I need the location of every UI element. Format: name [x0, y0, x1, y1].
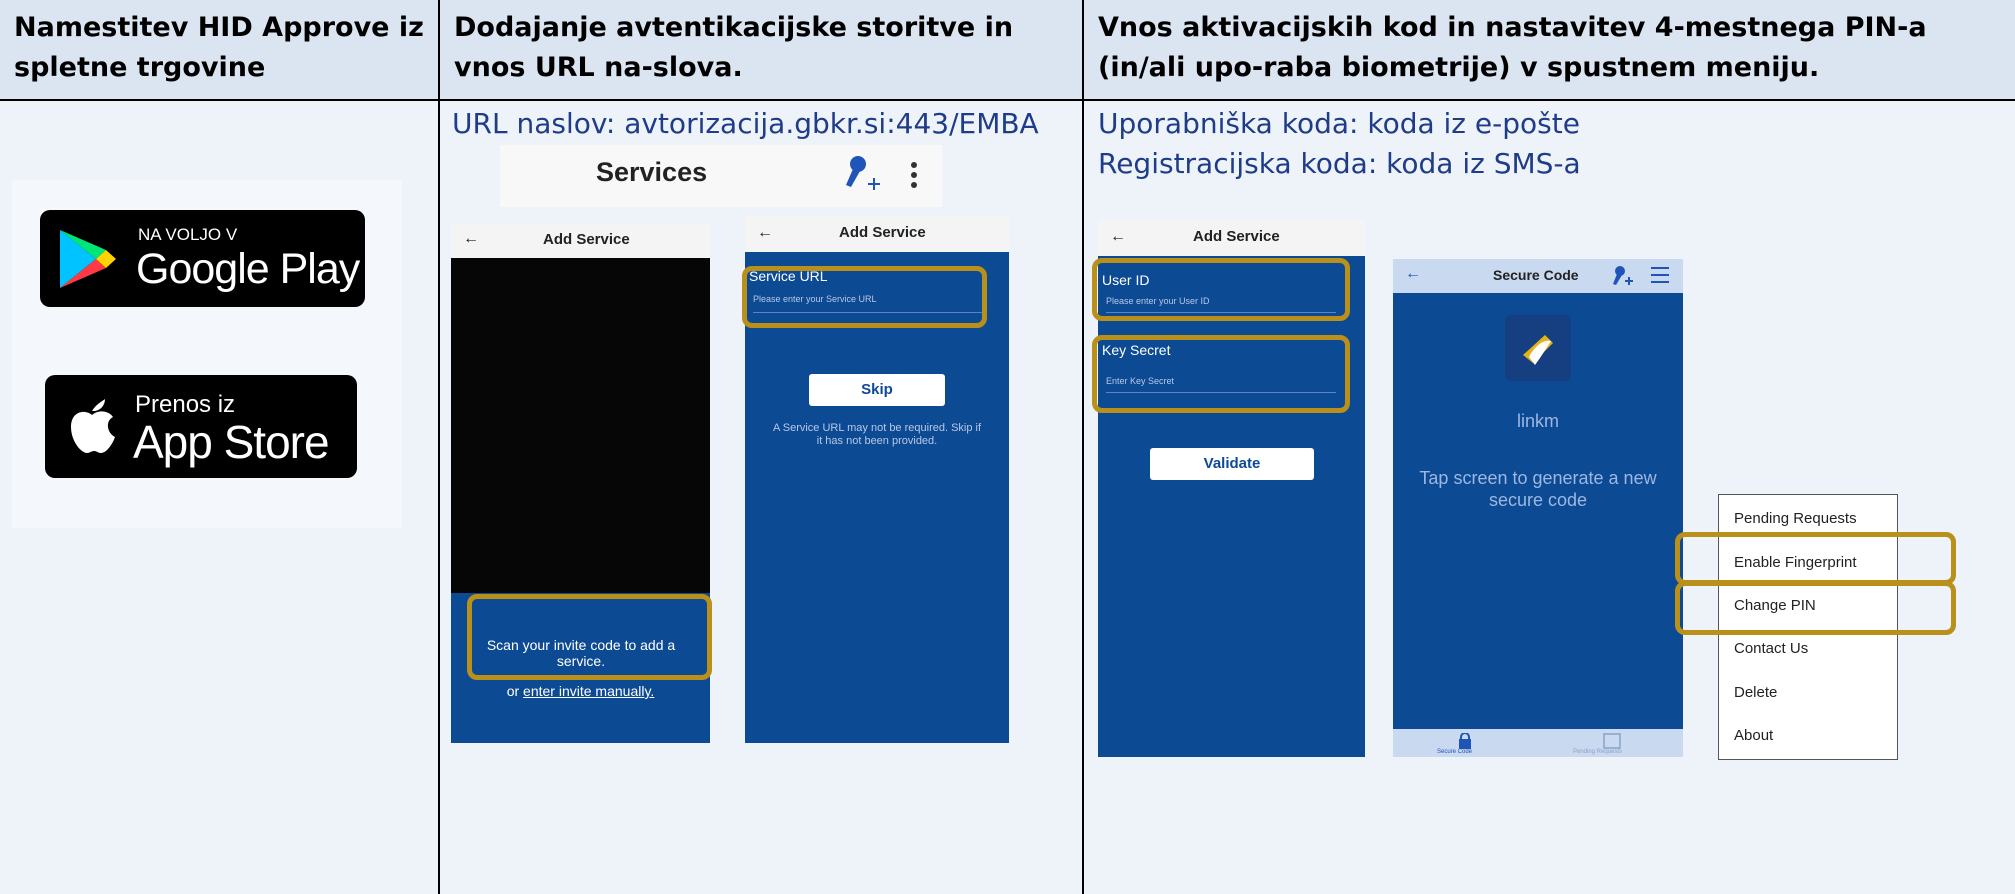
user-code-label: Uporabniška koda: koda iz e-pošte [1098, 107, 1580, 140]
add-key-icon[interactable] [1611, 265, 1633, 287]
highlight-user-id [1092, 258, 1350, 321]
tap-instruction: Tap screen to generate a new secure code [1419, 468, 1657, 510]
menu-icon[interactable] [1651, 267, 1669, 283]
service-url-note: A Service URL may not be required. Skip … [772, 422, 982, 447]
app-store-big-text: App Store [133, 416, 330, 468]
screen-title: Add Service [543, 231, 630, 248]
back-arrow-icon[interactable]: ← [1110, 228, 1126, 246]
google-play-icon [60, 230, 116, 288]
menu-item-pending-requests[interactable]: Pending Requests [1734, 510, 1857, 527]
menu-item-delete[interactable]: Delete [1734, 684, 1777, 701]
table-divider [0, 99, 2015, 101]
table-divider [1082, 0, 1084, 894]
secure-code-body[interactable]: linkm Tap screen to generate a new secur… [1393, 293, 1683, 729]
menu-item-contact-us[interactable]: Contact Us [1734, 640, 1808, 657]
app-bar: ← Add Service [1098, 220, 1365, 256]
apple-icon [71, 399, 115, 453]
or-text: or [506, 683, 520, 699]
enter-manually-link[interactable]: enter invite manually. [523, 683, 654, 699]
manual-entry-line: or enter invite manually. [451, 683, 710, 699]
app-name: linkm [1516, 411, 1559, 431]
highlight-service-url [742, 266, 987, 328]
add-key-icon[interactable] [842, 153, 882, 197]
highlight-enable-fingerprint [1675, 532, 1956, 585]
app-store-badge[interactable]: Prenos iz App Store [45, 375, 357, 478]
menu-item-about[interactable]: About [1734, 727, 1773, 744]
form-body: User ID Please enter your User ID Key Se… [1098, 256, 1365, 757]
screen-title: Add Service [1193, 228, 1280, 245]
services-toolbar: Services [500, 145, 942, 207]
url-label: URL naslov: avtorizacija.gbkr.si:443/EMB… [452, 107, 1039, 140]
column-header-install: Namestitev HID Approve iz spletne trgovi… [0, 0, 438, 99]
highlight-scan [467, 594, 712, 680]
lock-icon[interactable] [1457, 733, 1473, 749]
back-arrow-icon[interactable]: ← [757, 224, 773, 242]
camera-viewfinder[interactable] [451, 258, 710, 593]
table-divider [438, 0, 440, 894]
google-play-small-text: NA VOLJO V [138, 225, 238, 244]
services-title: Services [596, 157, 708, 187]
requests-icon[interactable] [1603, 733, 1621, 749]
column-header-activation: Vnos aktivacijskih kod in nastavitev 4-m… [1084, 0, 2015, 99]
app-bar: ← Add Service [451, 223, 710, 258]
app-bar: ← Add Service [745, 216, 1009, 252]
skip-button[interactable]: Skip [809, 374, 945, 406]
screen-title: Secure Code [1493, 267, 1579, 283]
column-header-add-service: Dodajanje avtentikacijske storitve in vn… [440, 0, 1082, 99]
google-play-big-text: Google Play [136, 245, 360, 293]
back-arrow-icon[interactable]: ← [463, 230, 479, 248]
highlight-key-secret [1092, 335, 1350, 413]
app-logo-icon [1505, 315, 1571, 381]
screen-title: Add Service [839, 224, 926, 241]
google-play-badge[interactable]: NA VOLJO V Google Play [40, 210, 365, 307]
highlight-change-pin [1675, 581, 1956, 635]
app-bar: ← Secure Code [1393, 259, 1683, 293]
registration-code-label: Registracijska koda: koda iz SMS-a [1098, 147, 1581, 180]
validate-button[interactable]: Validate [1150, 448, 1314, 480]
more-vert-icon[interactable] [910, 161, 918, 189]
back-arrow-icon[interactable]: ← [1405, 265, 1421, 283]
bottom-nav: Secure Code Pending Requests [1393, 729, 1683, 757]
nav-pending-requests[interactable]: Pending Requests [1573, 749, 1622, 755]
nav-secure-code[interactable]: Secure Code [1437, 749, 1472, 755]
secure-code-screen[interactable]: ← Secure Code linkm Tap screen to genera… [1393, 259, 1683, 757]
